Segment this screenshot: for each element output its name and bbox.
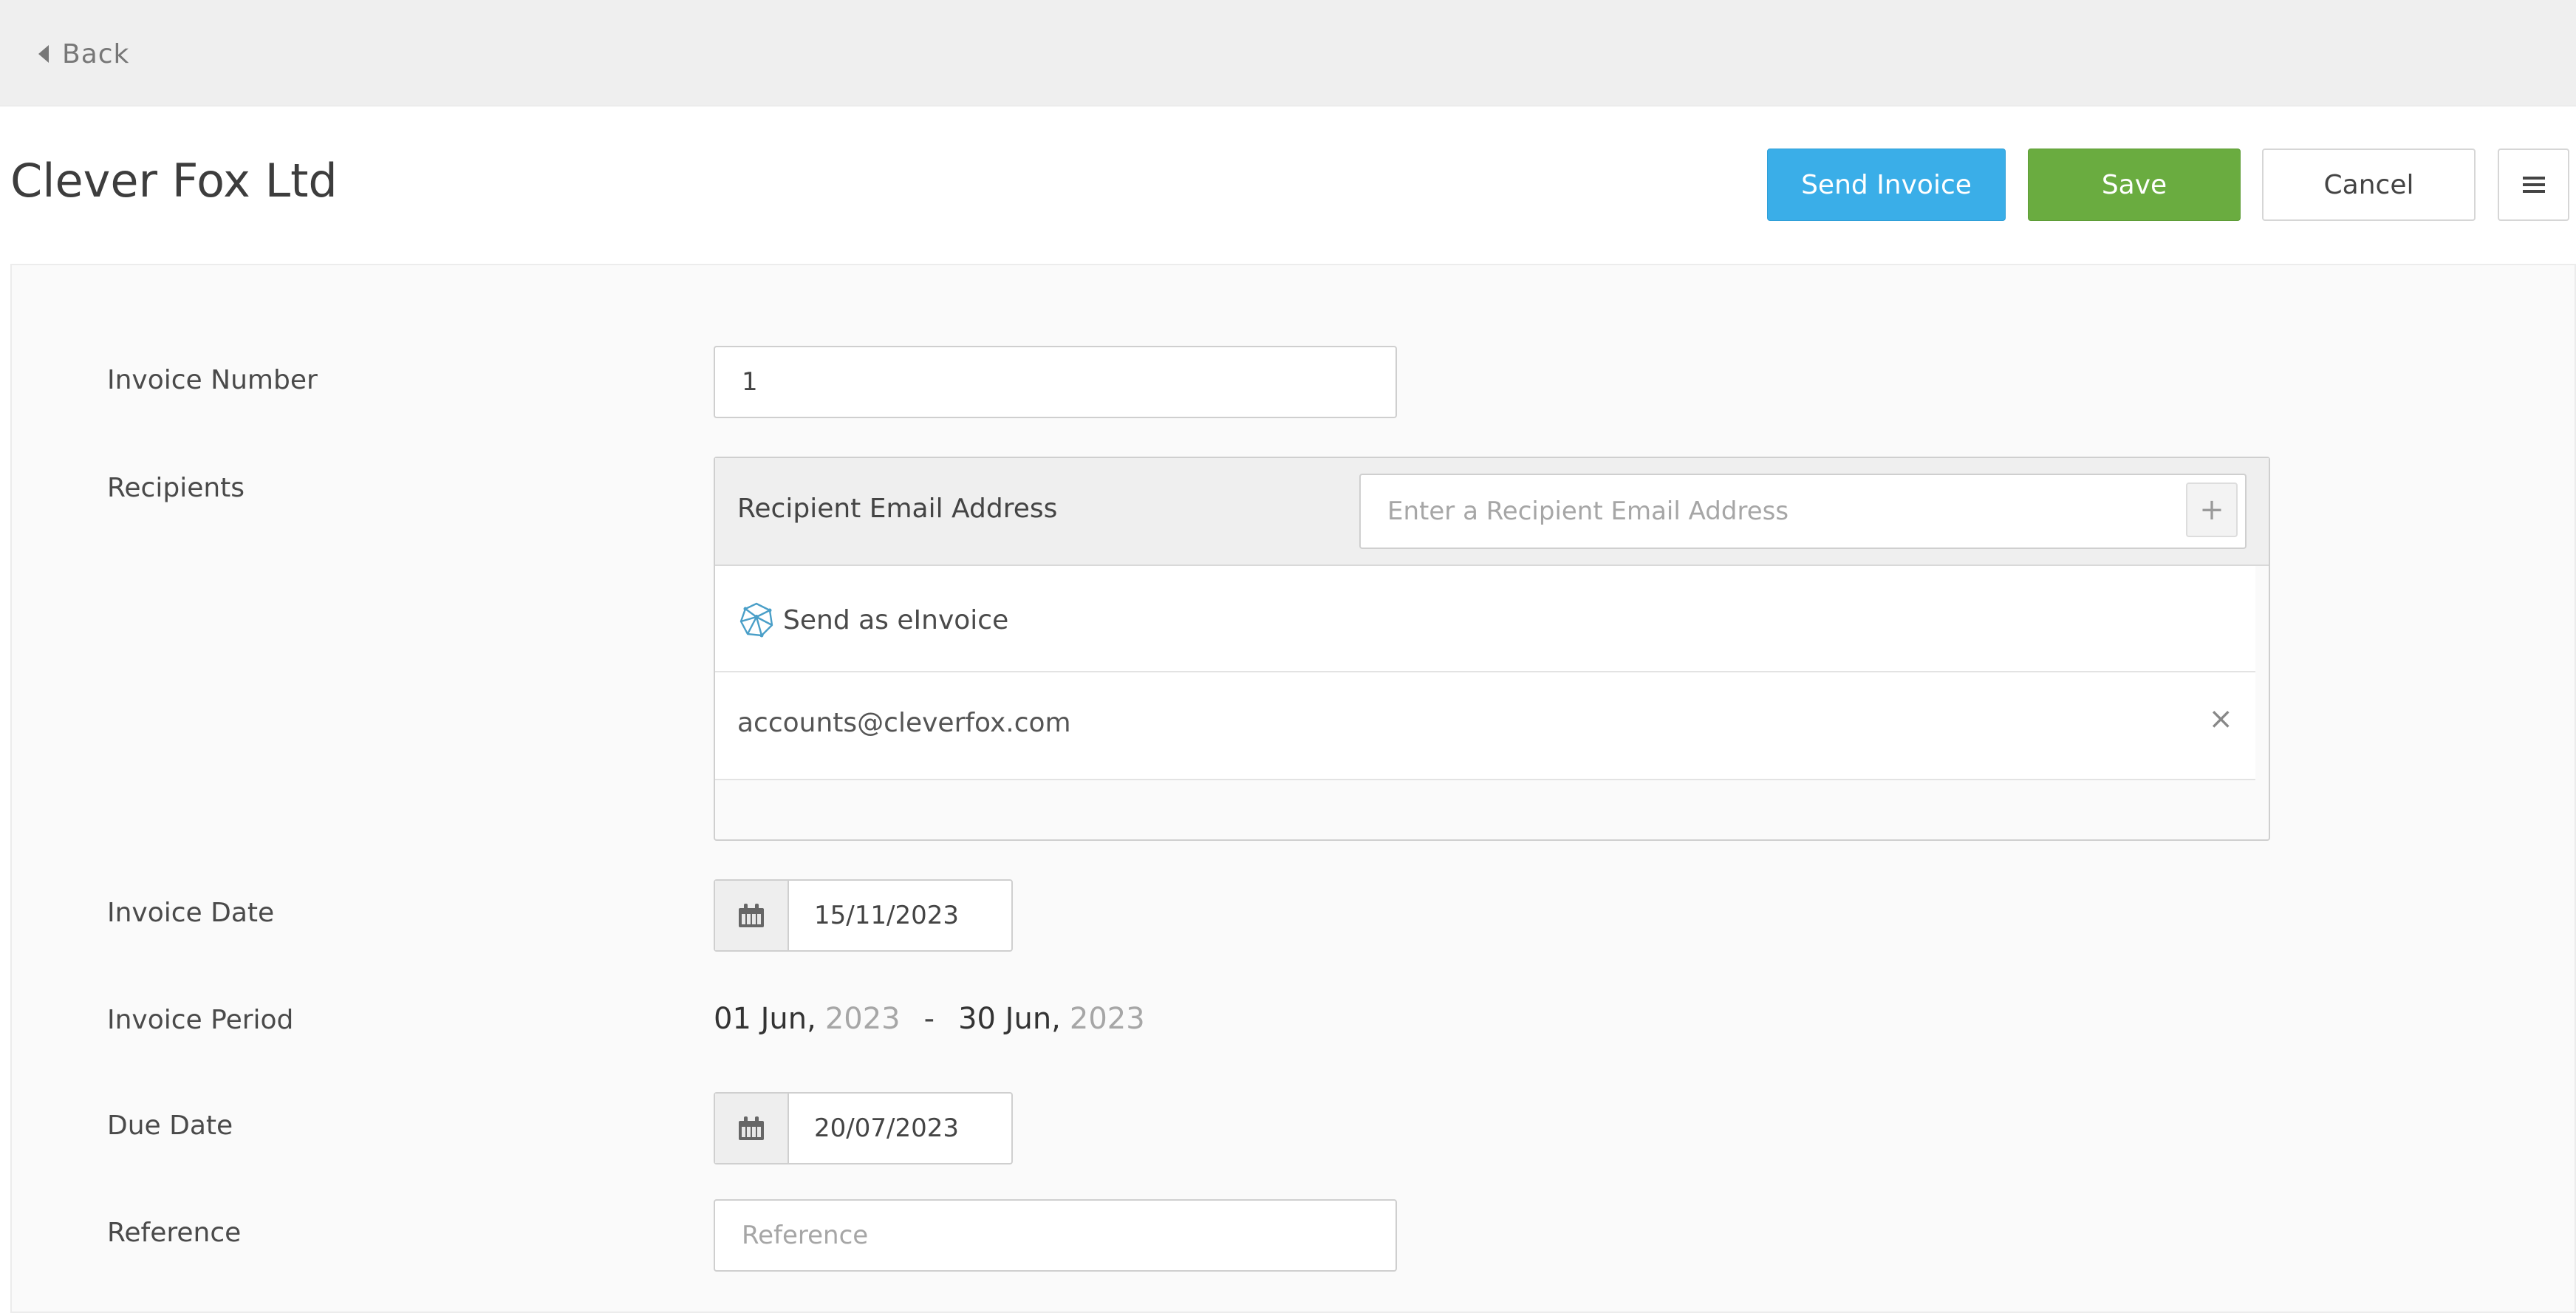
period-start-year[interactable]: 2023 bbox=[825, 1002, 901, 1036]
due-date-label: Due Date bbox=[107, 1111, 233, 1141]
period-separator: - bbox=[923, 1002, 935, 1036]
cancel-button[interactable]: Cancel bbox=[2262, 149, 2476, 221]
back-link[interactable]: Back bbox=[38, 35, 129, 72]
recipient-email-field: + bbox=[1359, 474, 2247, 549]
send-invoice-button[interactable]: Send Invoice bbox=[1767, 149, 2006, 221]
einvoice-network-icon bbox=[739, 602, 773, 638]
invoice-date-input[interactable] bbox=[789, 881, 1011, 950]
invoice-date-label: Invoice Date bbox=[107, 898, 275, 928]
menu-button[interactable] bbox=[2498, 149, 2569, 221]
einvoice-label: Send as eInvoice bbox=[783, 604, 1009, 635]
invoice-date-calendar-button[interactable] bbox=[715, 881, 789, 950]
back-label: Back bbox=[62, 38, 130, 69]
recipients-label: Recipients bbox=[107, 473, 245, 503]
recipient-email: accounts@cleverfox.com bbox=[737, 708, 1071, 738]
recipients-header: Recipient Email Address + bbox=[715, 458, 2269, 566]
invoice-number-label: Invoice Number bbox=[107, 365, 318, 395]
page-title: Clever Fox Ltd bbox=[10, 154, 338, 208]
period-end-year[interactable]: 2023 bbox=[1070, 1002, 1145, 1036]
due-date-input[interactable] bbox=[789, 1094, 1011, 1163]
recipient-email-input[interactable] bbox=[1361, 475, 2173, 548]
send-as-einvoice-toggle[interactable]: Send as eInvoice bbox=[737, 600, 1008, 640]
due-date-picker bbox=[714, 1092, 1013, 1164]
due-date-calendar-button[interactable] bbox=[715, 1094, 789, 1163]
reference-label: Reference bbox=[107, 1218, 242, 1248]
invoice-date-picker bbox=[714, 879, 1013, 952]
reference-input[interactable] bbox=[714, 1199, 1397, 1272]
remove-recipient-icon[interactable]: × bbox=[2208, 702, 2233, 736]
save-button[interactable]: Save bbox=[2028, 149, 2241, 221]
recipient-email-header-label: Recipient Email Address bbox=[737, 494, 1058, 524]
recipient-row: accounts@cleverfox.com × bbox=[715, 672, 2255, 780]
period-end-day-month[interactable]: 30 Jun, bbox=[958, 1002, 1061, 1036]
top-bar: Back bbox=[0, 0, 2576, 106]
einvoice-row: Send as eInvoice bbox=[715, 566, 2255, 672]
period-start-day-month[interactable]: 01 Jun, bbox=[714, 1002, 816, 1036]
calendar-icon bbox=[739, 1116, 764, 1140]
hamburger-menu-icon bbox=[2522, 177, 2545, 193]
invoice-period: 01 Jun, 2023 - 30 Jun, 2023 bbox=[714, 1002, 1145, 1043]
invoice-period-label: Invoice Period bbox=[107, 1005, 294, 1035]
invoice-number-input[interactable] bbox=[714, 346, 1397, 418]
calendar-icon bbox=[739, 904, 764, 927]
add-recipient-button[interactable]: + bbox=[2186, 482, 2238, 537]
caret-left-icon bbox=[38, 45, 49, 63]
recipients-box: Recipient Email Address + bbox=[714, 457, 2270, 841]
